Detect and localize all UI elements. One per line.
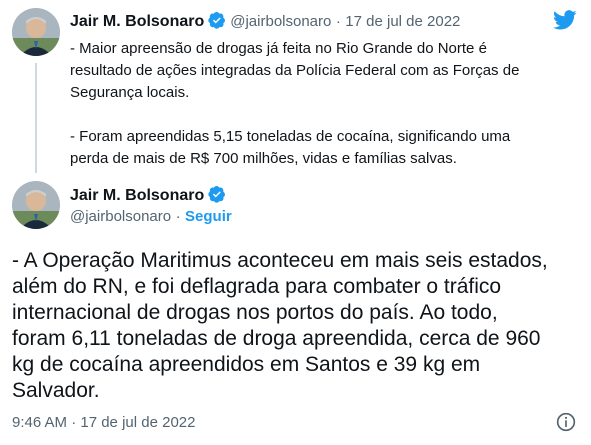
author-name[interactable]: Jair M. Bolsonaro bbox=[70, 13, 204, 30]
avatar-image bbox=[12, 8, 60, 56]
text-line: - Maior apreensão de drogas já feita no … bbox=[70, 40, 487, 57]
text-line: kg de cocaína apreendidos em Santos e 39… bbox=[12, 353, 481, 376]
text-line bbox=[70, 104, 519, 126]
text-line: - Foram apreendidas 5,15 toneladas de co… bbox=[70, 128, 511, 145]
author-name[interactable]: Jair M. Bolsonaro bbox=[70, 187, 204, 204]
author-handle[interactable]: @jairbolsonaro bbox=[230, 13, 331, 30]
reply-header: Jair M. Bolsonaro @jairbolsonaro · 17 de … bbox=[70, 11, 460, 31]
text-line: perda de mais de R$ 700 milhões, vidas e… bbox=[70, 150, 457, 167]
info-button[interactable] bbox=[556, 412, 576, 432]
avatar[interactable] bbox=[12, 8, 60, 56]
twitter-bird-icon bbox=[553, 10, 577, 30]
twitter-logo[interactable] bbox=[551, 8, 579, 32]
reply-tweet-text: - Maior apreensão de drogas já feita no … bbox=[70, 38, 519, 170]
tweet-date[interactable]: 17 de jul de 2022 bbox=[345, 13, 460, 30]
follow-button[interactable]: Seguir bbox=[185, 208, 232, 225]
main-tweet-text: - A Operação Maritimus aconteceu em mais… bbox=[12, 248, 548, 404]
text-line: internacional de drogas nos portos do pa… bbox=[12, 301, 498, 324]
main-handle-row: @jairbolsonaro · Seguir bbox=[70, 208, 232, 226]
text-line: foram 6,11 toneladas de droga apreendida… bbox=[12, 327, 541, 350]
tweet-timestamp[interactable]: 9:46 AM · 17 de jul de 2022 bbox=[12, 414, 195, 431]
text-line: Segurança locais. bbox=[70, 84, 190, 101]
separator: · bbox=[175, 208, 181, 225]
text-line: Salvador. bbox=[12, 379, 100, 402]
verified-badge-icon bbox=[208, 185, 226, 203]
text-line: resultado de ações integradas da Polícia… bbox=[70, 62, 520, 79]
avatar-image bbox=[12, 181, 60, 229]
text-line: - A Operação Maritimus aconteceu em mais… bbox=[12, 249, 548, 272]
avatar[interactable] bbox=[12, 181, 60, 229]
thread-connector-line bbox=[35, 63, 37, 173]
info-icon bbox=[556, 412, 576, 432]
verified-badge-icon bbox=[208, 11, 226, 29]
text-line: além do RN, e foi deflagrada para combat… bbox=[12, 275, 502, 298]
separator: · bbox=[335, 13, 341, 30]
author-handle[interactable]: @jairbolsonaro bbox=[70, 208, 171, 225]
main-author-name-row: Jair M. Bolsonaro bbox=[70, 185, 230, 205]
